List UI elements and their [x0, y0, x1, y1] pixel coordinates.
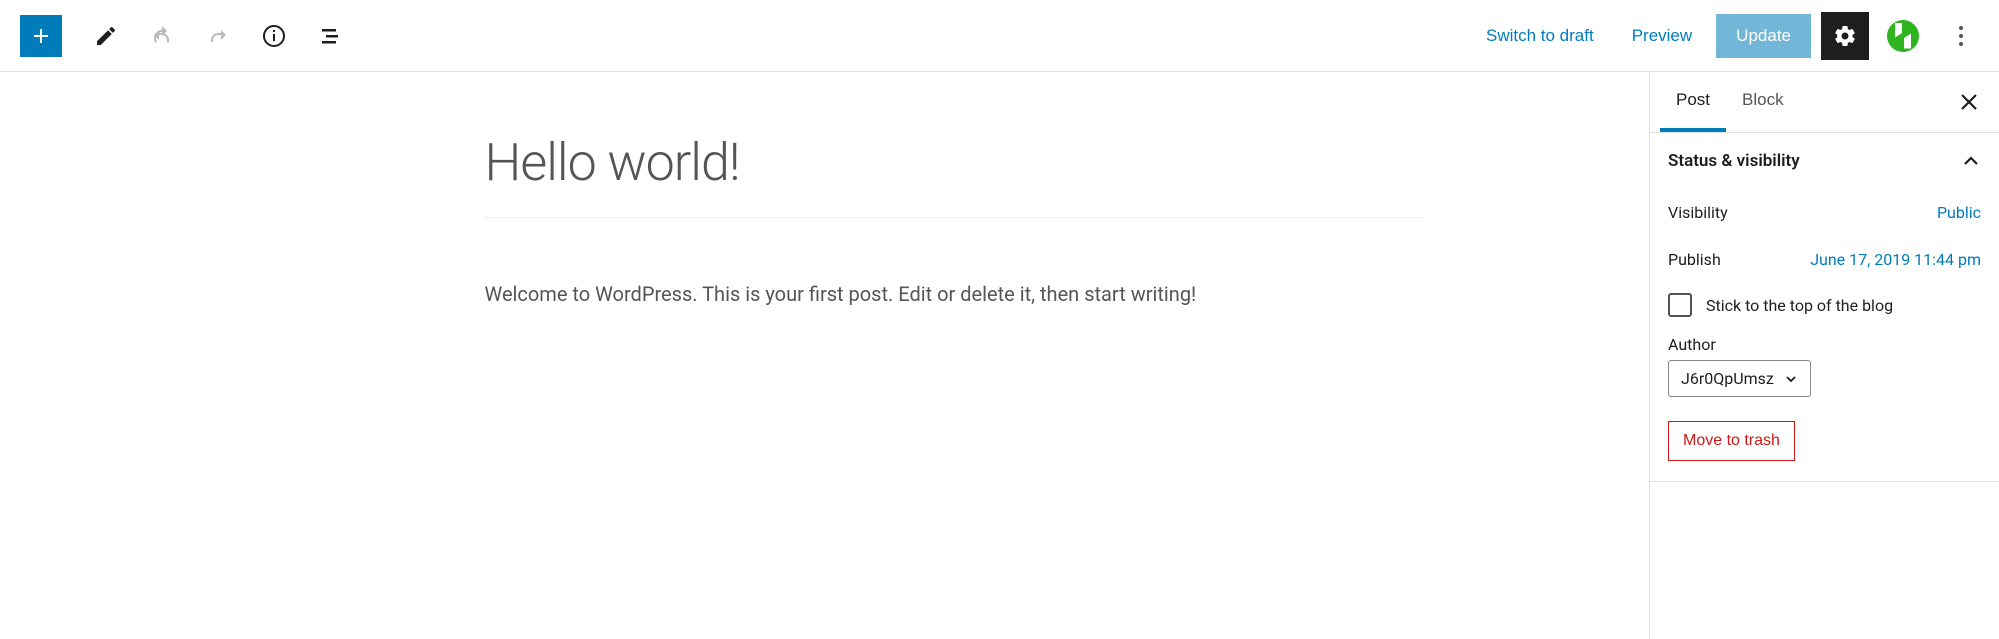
editor-toolbar: Switch to draft Preview Update: [0, 0, 1999, 72]
author-value: J6r0QpUmsz: [1681, 369, 1774, 388]
kebab-dot: [1959, 42, 1963, 46]
jetpack-button[interactable]: [1879, 12, 1927, 60]
author-section: Author J6r0QpUmsz: [1668, 335, 1981, 397]
sidebar-tabs: Post Block: [1650, 72, 1999, 133]
toolbar-left: [20, 12, 354, 60]
publish-label: Publish: [1668, 250, 1721, 269]
undo-icon: [150, 24, 174, 48]
preview-button[interactable]: Preview: [1618, 16, 1706, 56]
publish-value[interactable]: June 17, 2019 11:44 pm: [1810, 250, 1981, 269]
author-label: Author: [1668, 335, 1981, 354]
post-title[interactable]: Hello world!: [485, 132, 1425, 218]
panel-title: Status & visibility: [1668, 151, 1800, 171]
tab-post[interactable]: Post: [1660, 72, 1726, 132]
sticky-checkbox[interactable]: [1668, 293, 1692, 317]
editor-area: Hello world! Welcome to WordPress. This …: [0, 72, 1649, 639]
publish-row: Publish June 17, 2019 11:44 pm: [1668, 236, 1981, 283]
redo-button[interactable]: [194, 12, 242, 60]
tab-block[interactable]: Block: [1726, 72, 1800, 132]
author-select[interactable]: J6r0QpUmsz: [1668, 360, 1811, 397]
toolbar-right: Switch to draft Preview Update: [1472, 12, 1985, 60]
move-to-trash-button[interactable]: Move to trash: [1668, 421, 1795, 461]
panel-header-status[interactable]: Status & visibility: [1650, 133, 1999, 189]
info-icon: [262, 24, 286, 48]
visibility-row: Visibility Public: [1668, 189, 1981, 236]
pencil-icon: [94, 24, 118, 48]
sticky-label: Stick to the top of the blog: [1706, 296, 1893, 315]
gear-icon: [1833, 24, 1857, 48]
panel-status-visibility: Status & visibility Visibility Public Pu…: [1650, 133, 1999, 482]
jetpack-icon: [1887, 20, 1919, 52]
update-button[interactable]: Update: [1716, 14, 1811, 58]
more-options-button[interactable]: [1937, 12, 1985, 60]
settings-button[interactable]: [1821, 12, 1869, 60]
edit-mode-button[interactable]: [82, 12, 130, 60]
chevron-down-icon: [1784, 372, 1798, 386]
sticky-row: Stick to the top of the blog: [1668, 283, 1981, 335]
outline-icon: [318, 24, 342, 48]
close-icon: [1960, 93, 1978, 111]
switch-to-draft-button[interactable]: Switch to draft: [1472, 16, 1608, 56]
kebab-dot: [1959, 26, 1963, 30]
plus-icon: [29, 24, 53, 48]
redo-icon: [206, 24, 230, 48]
undo-button[interactable]: [138, 12, 186, 60]
post-body[interactable]: Welcome to WordPress. This is your first…: [485, 278, 1425, 310]
settings-sidebar: Post Block Status & visibility Visibilit…: [1649, 72, 1999, 639]
add-block-button[interactable]: [20, 15, 62, 57]
outline-button[interactable]: [306, 12, 354, 60]
main-layout: Hello world! Welcome to WordPress. This …: [0, 72, 1999, 639]
chevron-up-icon: [1961, 151, 1981, 171]
info-button[interactable]: [250, 12, 298, 60]
visibility-value[interactable]: Public: [1937, 203, 1981, 222]
panel-body-status: Visibility Public Publish June 17, 2019 …: [1650, 189, 1999, 481]
close-sidebar-button[interactable]: [1949, 82, 1989, 122]
visibility-label: Visibility: [1668, 203, 1728, 222]
editor-content: Hello world! Welcome to WordPress. This …: [485, 132, 1425, 639]
kebab-dot: [1959, 34, 1963, 38]
